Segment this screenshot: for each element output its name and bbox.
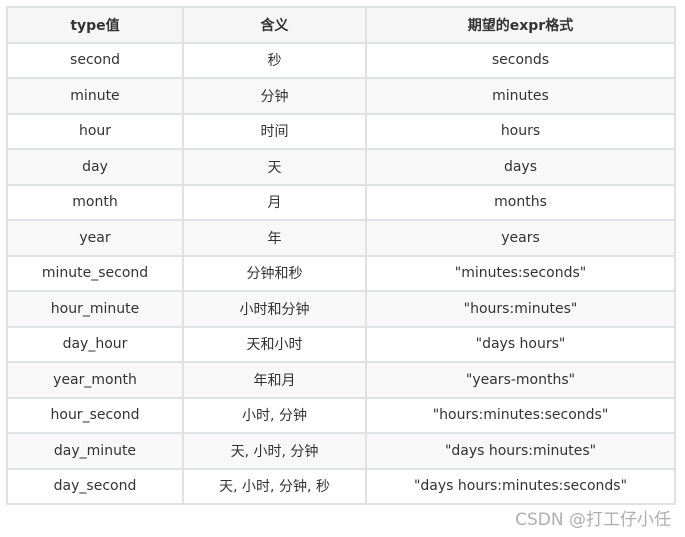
type-cell: minute — [6, 77, 184, 115]
table-row: hour 时间 hours — [6, 112, 676, 150]
table-row: year 年 years — [6, 219, 676, 257]
table-row: minute 分钟 minutes — [6, 77, 676, 115]
type-cell: hour_minute — [6, 290, 184, 328]
meaning-cell: 小时, 分钟 — [182, 396, 367, 434]
type-cell: month — [6, 183, 184, 221]
expr-format-cell: hours — [365, 112, 676, 150]
type-cell: day_hour — [6, 325, 184, 363]
type-cell: second — [6, 41, 184, 79]
type-cell: year — [6, 219, 184, 257]
meaning-cell: 小时和分钟 — [182, 290, 367, 328]
table-row: day_minute 天, 小时, 分钟 "days hours:minutes" — [6, 432, 676, 470]
meaning-cell: 分钟 — [182, 77, 367, 115]
header-type-value: type值 — [6, 6, 184, 44]
interval-type-table: type值 含义 期望的expr格式 second 秒 seconds minute 分… — [6, 6, 676, 505]
table-row: minute_second 分钟和秒 "minutes:seconds" — [6, 254, 676, 292]
meaning-cell: 天 — [182, 148, 367, 186]
type-cell: minute_second — [6, 254, 184, 292]
header-row: type值 含义 期望的expr格式 — [6, 6, 676, 44]
type-cell: year_month — [6, 361, 184, 399]
meaning-cell: 月 — [182, 183, 367, 221]
expr-format-cell: "days hours:minutes" — [365, 432, 676, 470]
type-cell: hour_second — [6, 396, 184, 434]
table-row: month 月 months — [6, 183, 676, 221]
header-expected-expr-format: 期望的expr格式 — [365, 6, 676, 44]
table-row: day_second 天, 小时, 分钟, 秒 "days hours:minute… — [6, 467, 676, 505]
meaning-cell: 天, 小时, 分钟, 秒 — [182, 467, 367, 505]
header-meaning: 含义 — [182, 6, 367, 44]
type-cell: day — [6, 148, 184, 186]
table-row: day_hour 天和小时 "days hours" — [6, 325, 676, 363]
expr-format-cell: years — [365, 219, 676, 257]
expr-format-cell: months — [365, 183, 676, 221]
meaning-cell: 年 — [182, 219, 367, 257]
table-row: second 秒 seconds — [6, 41, 676, 79]
meaning-cell: 时间 — [182, 112, 367, 150]
expr-format-cell: "days hours" — [365, 325, 676, 363]
expr-format-cell: seconds — [365, 41, 676, 79]
type-cell: hour — [6, 112, 184, 150]
meaning-cell: 天, 小时, 分钟 — [182, 432, 367, 470]
type-cell: day_minute — [6, 432, 184, 470]
expr-format-cell: "hours:minutes:seconds" — [365, 396, 676, 434]
meaning-cell: 天和小时 — [182, 325, 367, 363]
table-row: hour_minute 小时和分钟 "hours:minutes" — [6, 290, 676, 328]
table-row: day 天 days — [6, 148, 676, 186]
table-row: hour_second 小时, 分钟 "hours:minutes:seconds" — [6, 396, 676, 434]
expr-format-cell: "days hours:minutes:seconds" — [365, 467, 676, 505]
meaning-cell: 分钟和秒 — [182, 254, 367, 292]
expr-format-cell: days — [365, 148, 676, 186]
meaning-cell: 秒 — [182, 41, 367, 79]
expr-format-cell: "years-months" — [365, 361, 676, 399]
expr-format-cell: "hours:minutes" — [365, 290, 676, 328]
expr-format-cell: minutes — [365, 77, 676, 115]
type-cell: day_second — [6, 467, 184, 505]
watermark: CSDN @打工仔小任 — [515, 510, 671, 530]
expr-format-cell: "minutes:seconds" — [365, 254, 676, 292]
table-row: year_month 年和月 "years-months" — [6, 361, 676, 399]
meaning-cell: 年和月 — [182, 361, 367, 399]
